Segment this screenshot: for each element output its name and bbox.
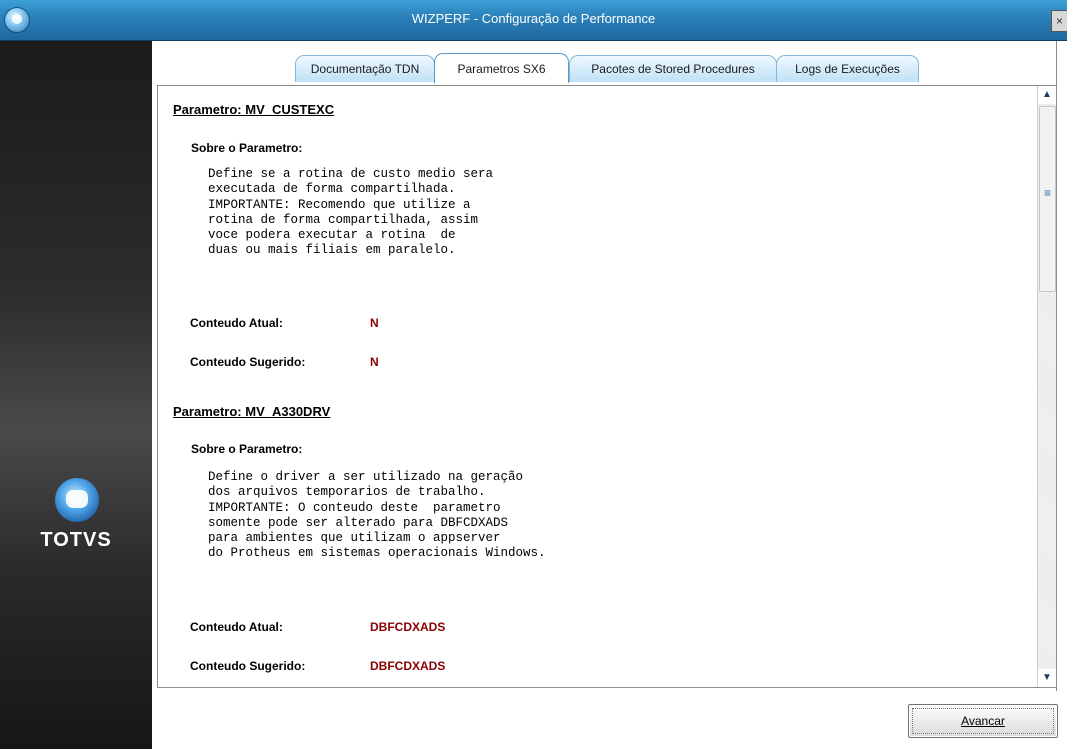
- scroll-thumb[interactable]: ≡: [1039, 106, 1056, 292]
- param-description: Define se a rotina de custo medio sera e…: [208, 167, 494, 258]
- totvs-logo-icon: [55, 478, 99, 522]
- suggested-value: DBFCDXADS: [370, 659, 446, 673]
- parameters-panel: Parametro: MV_CUSTEXC Sobre o Parametro:…: [157, 85, 1057, 688]
- parameters-content: Parametro: MV_CUSTEXC Sobre o Parametro:…: [158, 86, 1030, 687]
- scroll-up-icon[interactable]: ▲: [1038, 86, 1056, 104]
- avancar-label: Avancar: [961, 714, 1005, 728]
- tab-parametros-sx6[interactable]: Parametros SX6: [434, 53, 569, 83]
- close-button[interactable]: ×: [1051, 10, 1067, 32]
- current-value: DBFCDXADS: [370, 620, 446, 634]
- logo-text: TOTVS: [40, 529, 112, 551]
- suggested-value-label: Conteudo Sugerido:: [190, 355, 306, 369]
- suggested-value: N: [370, 355, 379, 369]
- tab-documentacao-tdn[interactable]: Documentação TDN: [295, 55, 435, 82]
- avancar-button[interactable]: Avancar: [908, 704, 1058, 738]
- current-value: N: [370, 316, 379, 330]
- suggested-value-label: Conteudo Sugerido:: [190, 659, 306, 673]
- title-bar: WIZPERF - Configuração de Performance ×: [0, 0, 1067, 41]
- param-description: Define o driver a ser utilizado na geraç…: [208, 470, 546, 561]
- sidebar: TOTVS: [0, 41, 152, 749]
- window-title: WIZPERF - Configuração de Performance: [411, 11, 656, 26]
- tab-stored-procedures[interactable]: Pacotes de Stored Procedures: [569, 55, 777, 82]
- current-value-label: Conteudo Atual:: [190, 316, 283, 330]
- about-label: Sobre o Parametro:: [191, 141, 303, 155]
- scroll-down-icon[interactable]: ▼: [1038, 669, 1056, 687]
- param-title: Parametro: MV_A330DRV: [173, 404, 331, 419]
- param-title: Parametro: MV_CUSTEXC: [173, 102, 335, 117]
- current-value-label: Conteudo Atual:: [190, 620, 283, 634]
- main-area: Documentação TDN Parametros SX6 Pacotes …: [152, 41, 1067, 749]
- about-label: Sobre o Parametro:: [191, 442, 303, 456]
- tab-logs-execucoes[interactable]: Logs de Execuções: [776, 55, 919, 82]
- vertical-scrollbar[interactable]: ▲ ≡ ▼: [1037, 86, 1056, 687]
- grip-icon: ≡: [1043, 186, 1051, 200]
